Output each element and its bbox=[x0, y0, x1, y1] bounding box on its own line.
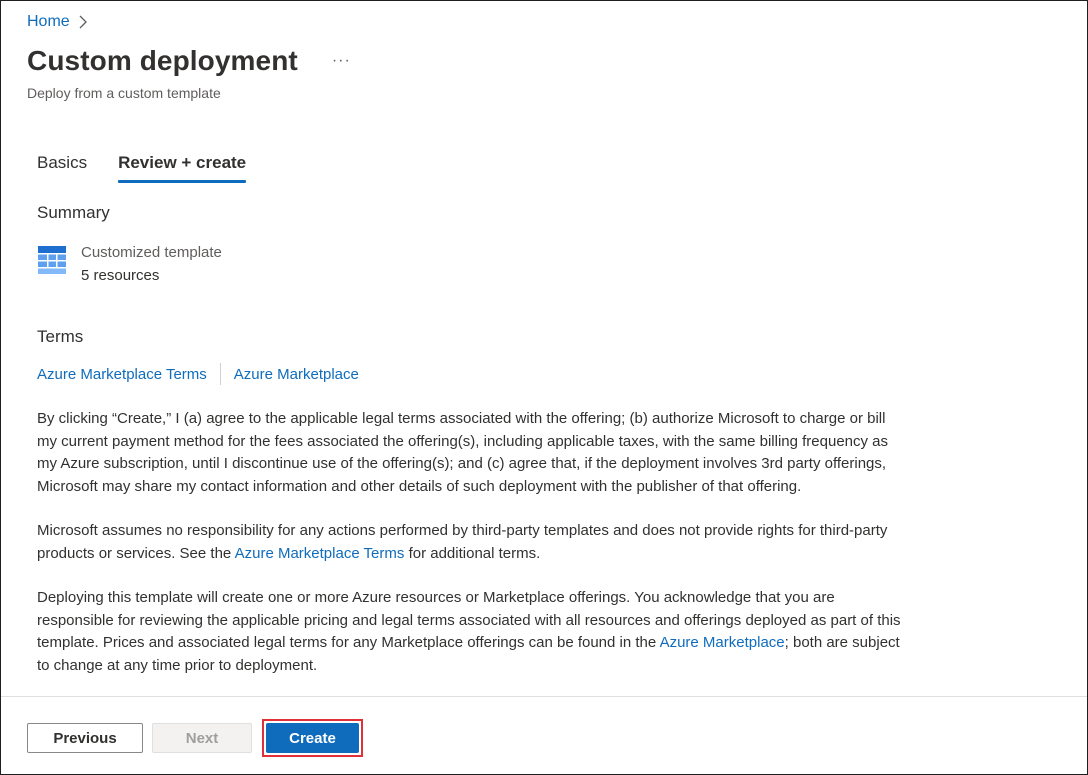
summary-template-item: Customized template 5 resources bbox=[37, 241, 222, 287]
inline-marketplace-link[interactable]: Azure Marketplace bbox=[660, 634, 785, 651]
tab-basics[interactable]: Basics bbox=[37, 153, 87, 183]
azure-marketplace-link[interactable]: Azure Marketplace bbox=[234, 366, 359, 383]
terms-paragraph-3: Deploying this template will create one … bbox=[37, 587, 903, 677]
terms-links: Azure Marketplace Terms Azure Marketplac… bbox=[37, 363, 359, 385]
page-title: Custom deployment bbox=[27, 45, 298, 76]
create-button[interactable]: Create bbox=[266, 723, 359, 753]
footer-action-bar: Previous Next Create bbox=[1, 696, 1087, 774]
template-name: Customized template bbox=[81, 244, 222, 261]
breadcrumb: Home bbox=[27, 13, 88, 31]
previous-button[interactable]: Previous bbox=[27, 723, 143, 753]
terms-paragraph-2-text-end: for additional terms. bbox=[404, 544, 541, 562]
page-frame: Home Custom deployment ··· Deploy from a… bbox=[0, 0, 1088, 775]
inline-marketplace-terms-link[interactable]: Azure Marketplace Terms bbox=[235, 545, 405, 562]
tab-review-create[interactable]: Review + create bbox=[118, 153, 247, 183]
terms-heading: Terms bbox=[37, 327, 84, 346]
azure-marketplace-terms-link[interactable]: Azure Marketplace Terms bbox=[37, 366, 207, 383]
tab-bar: Basics Review + create bbox=[37, 153, 277, 183]
title-row: Custom deployment ··· bbox=[27, 45, 355, 77]
page-subtitle: Deploy from a custom template bbox=[27, 85, 221, 101]
more-options-button[interactable]: ··· bbox=[328, 50, 355, 72]
terms-body: By clicking “Create,” I (a) agree to the… bbox=[37, 408, 903, 699]
link-divider bbox=[219, 363, 221, 385]
next-button: Next bbox=[152, 723, 252, 753]
terms-paragraph-2: Microsoft assumes no responsibility for … bbox=[37, 520, 903, 565]
summary-heading: Summary bbox=[37, 203, 110, 222]
chevron-right-icon bbox=[79, 15, 87, 29]
terms-paragraph-1: By clicking “Create,” I (a) agree to the… bbox=[37, 410, 889, 495]
resource-count: 5 resources bbox=[81, 267, 160, 284]
breadcrumb-home-link[interactable]: Home bbox=[27, 13, 70, 31]
template-grid-icon bbox=[38, 246, 66, 274]
create-button-highlight: Create bbox=[262, 719, 363, 757]
